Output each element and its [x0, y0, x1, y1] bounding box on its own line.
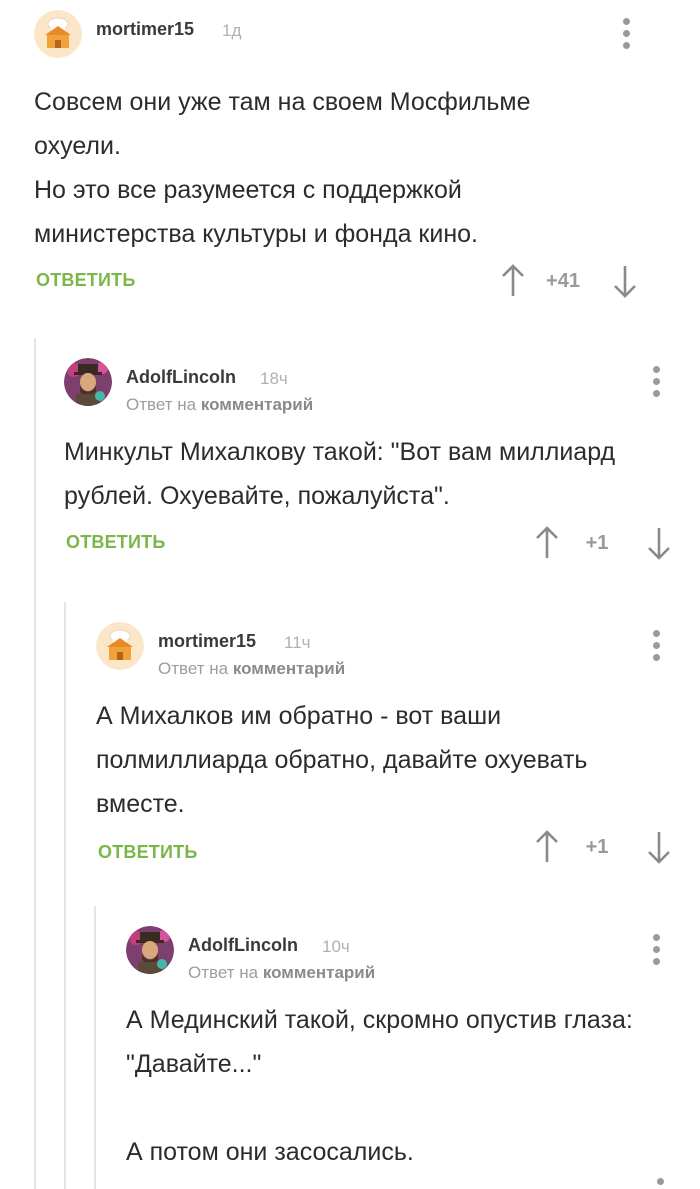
avatar[interactable]: [34, 10, 82, 58]
arrow-down-icon[interactable]: [646, 830, 672, 864]
username[interactable]: mortimer15: [158, 631, 256, 652]
comment-paragraph: А потом они засосались.: [126, 1138, 414, 1166]
arrow-down-icon[interactable]: [646, 526, 672, 560]
reply-to-link[interactable]: Ответ на комментарий: [158, 659, 345, 679]
comment-paragraph: А Мединский такой, скромно опустив глаза…: [126, 1006, 633, 1078]
timestamp: 1д: [222, 21, 242, 40]
timestamp: 10ч: [322, 937, 350, 956]
comment-header: AdolfLincoln 10ч Ответ на комментарий: [126, 926, 700, 986]
timestamp: 18ч: [260, 369, 288, 388]
comment-vote-controls: +1: [0, 524, 700, 564]
comment-body: Совсем они уже там на своем Мосфильме ох…: [34, 80, 660, 256]
avatar[interactable]: [64, 358, 112, 406]
kebab-menu-icon[interactable]: [650, 1178, 670, 1189]
comment-body: А Михалков им обратно - вот ваши полмилл…: [96, 694, 660, 826]
timestamp: 11ч: [284, 633, 311, 652]
username[interactable]: AdolfLincoln: [188, 935, 298, 956]
kebab-menu-icon[interactable]: [646, 366, 666, 406]
thread-line-level-2: [64, 602, 66, 1189]
score: +1: [585, 836, 609, 858]
arrow-up-icon[interactable]: [500, 264, 526, 298]
kebab-menu-icon[interactable]: [616, 18, 636, 58]
kebab-menu-icon[interactable]: [646, 934, 666, 974]
username[interactable]: mortimer15: [96, 19, 194, 40]
score: +41: [546, 270, 580, 292]
thread-line-level-3: [94, 906, 96, 1189]
comment-paragraph: А Михалков им обратно - вот ваши полмилл…: [96, 702, 588, 818]
thread-line-level-1: [34, 338, 36, 1189]
comment-paragraph: Минкульт Михалкову такой: "Вот вам милли…: [64, 438, 616, 510]
comment-header: mortimer15 11ч Ответ на комментарий: [96, 622, 700, 682]
comment-body: А Мединский такой, скромно опустив глаза…: [126, 998, 660, 1174]
username[interactable]: AdolfLincoln: [126, 367, 236, 388]
reply-to-link[interactable]: Ответ на комментарий: [126, 395, 313, 415]
arrow-up-icon[interactable]: [534, 526, 560, 560]
comment-paragraph: [126, 1086, 660, 1130]
comment-actions: ОТВЕТИТЬ +41: [34, 262, 666, 302]
comment-header: mortimer15 1д: [34, 10, 700, 70]
arrow-down-icon[interactable]: [612, 264, 638, 298]
arrow-up-icon[interactable]: [534, 830, 560, 864]
reply-button[interactable]: ОТВЕТИТЬ: [36, 270, 135, 291]
comment-paragraph: Совсем они уже там на своем Мосфильме ох…: [34, 88, 531, 160]
reply-to-link[interactable]: Ответ на комментарий: [188, 963, 375, 983]
avatar[interactable]: [126, 926, 174, 974]
comment-paragraph: Но это все разумеется с поддержкой минис…: [34, 176, 478, 248]
score: +1: [585, 532, 609, 554]
comment-vote-controls: +1: [0, 828, 700, 868]
kebab-menu-icon[interactable]: [646, 630, 666, 670]
avatar[interactable]: [96, 622, 144, 670]
comment-body: Минкульт Михалкову такой: "Вот вам милли…: [64, 430, 660, 518]
comment-header: AdolfLincoln 18ч Ответ на комментарий: [64, 358, 700, 418]
